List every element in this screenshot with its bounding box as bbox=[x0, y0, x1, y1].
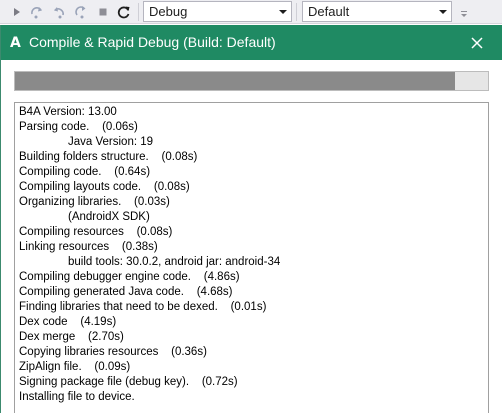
log-line: Compiling resources (0.08s) bbox=[19, 226, 173, 238]
log-line: Signing package file (debug key). (0.72s… bbox=[19, 376, 238, 388]
log-line: B4A Version: 13.00 bbox=[19, 106, 117, 118]
step-into-icon[interactable] bbox=[73, 4, 89, 20]
log-line: Linking resources (0.38s) bbox=[19, 241, 158, 253]
log-line: Installing file to device. bbox=[19, 391, 135, 403]
restart-icon[interactable] bbox=[116, 4, 132, 20]
step-over-icon[interactable] bbox=[29, 4, 45, 20]
build-progress-bar bbox=[14, 71, 489, 91]
dialog-title: Compile & Rapid Debug (Build: Default) bbox=[29, 34, 276, 50]
log-line: build tools: 30.0.2, android jar: androi… bbox=[68, 256, 281, 268]
build-log[interactable]: B4A Version: 13.00 Parsing code. (0.06s) J… bbox=[14, 102, 489, 413]
run-icon[interactable] bbox=[9, 4, 25, 20]
close-button[interactable] bbox=[463, 29, 491, 57]
compile-dialog: A Compile & Rapid Debug (Build: Default)… bbox=[0, 25, 502, 413]
log-line: (AndroidX SDK) bbox=[68, 211, 150, 223]
device-target-value: Default bbox=[308, 4, 350, 19]
toolbar-overflow-icon[interactable] bbox=[459, 7, 469, 19]
log-line: Dex merge (2.70s) bbox=[19, 331, 124, 343]
close-icon bbox=[471, 37, 483, 49]
log-line: Building folders structure. (0.08s) bbox=[19, 151, 198, 163]
log-line: Compiling code. (0.64s) bbox=[19, 166, 151, 178]
log-line: Organizing libraries. (0.03s) bbox=[19, 196, 170, 208]
log-line: Copying libraries resources (0.36s) bbox=[19, 346, 207, 358]
build-config-value: Debug bbox=[149, 4, 188, 19]
log-line: Java Version: 19 bbox=[68, 136, 154, 148]
device-target-dropdown[interactable]: Default bbox=[302, 1, 452, 22]
log-line: Parsing code. (0.06s) bbox=[19, 121, 138, 133]
log-line: Compiling debugger engine code. (4.86s) bbox=[19, 271, 240, 283]
ide-toolbar: Debug Default bbox=[0, 0, 502, 24]
dialog-titlebar[interactable]: A Compile & Rapid Debug (Build: Default) bbox=[1, 25, 502, 60]
log-line: Compiling generated Java code. (4.68s) bbox=[19, 286, 233, 298]
log-line: ZipAlign file. (0.09s) bbox=[19, 361, 131, 373]
toolbar-separator bbox=[296, 3, 297, 21]
log-line: Compiling layouts code. (0.08s) bbox=[19, 181, 190, 193]
stop-icon[interactable] bbox=[95, 4, 111, 20]
log-line: Dex code (4.19s) bbox=[19, 316, 117, 328]
step-back-icon[interactable] bbox=[51, 4, 67, 20]
b4a-app-icon: A bbox=[10, 35, 21, 51]
log-line: Finding libraries that need to be dexed.… bbox=[19, 301, 267, 313]
chevron-down-icon bbox=[439, 10, 447, 14]
chevron-down-icon bbox=[279, 10, 287, 14]
build-progress-fill bbox=[15, 72, 455, 90]
build-config-dropdown[interactable]: Debug bbox=[143, 1, 292, 22]
toolbar-separator bbox=[138, 3, 139, 21]
